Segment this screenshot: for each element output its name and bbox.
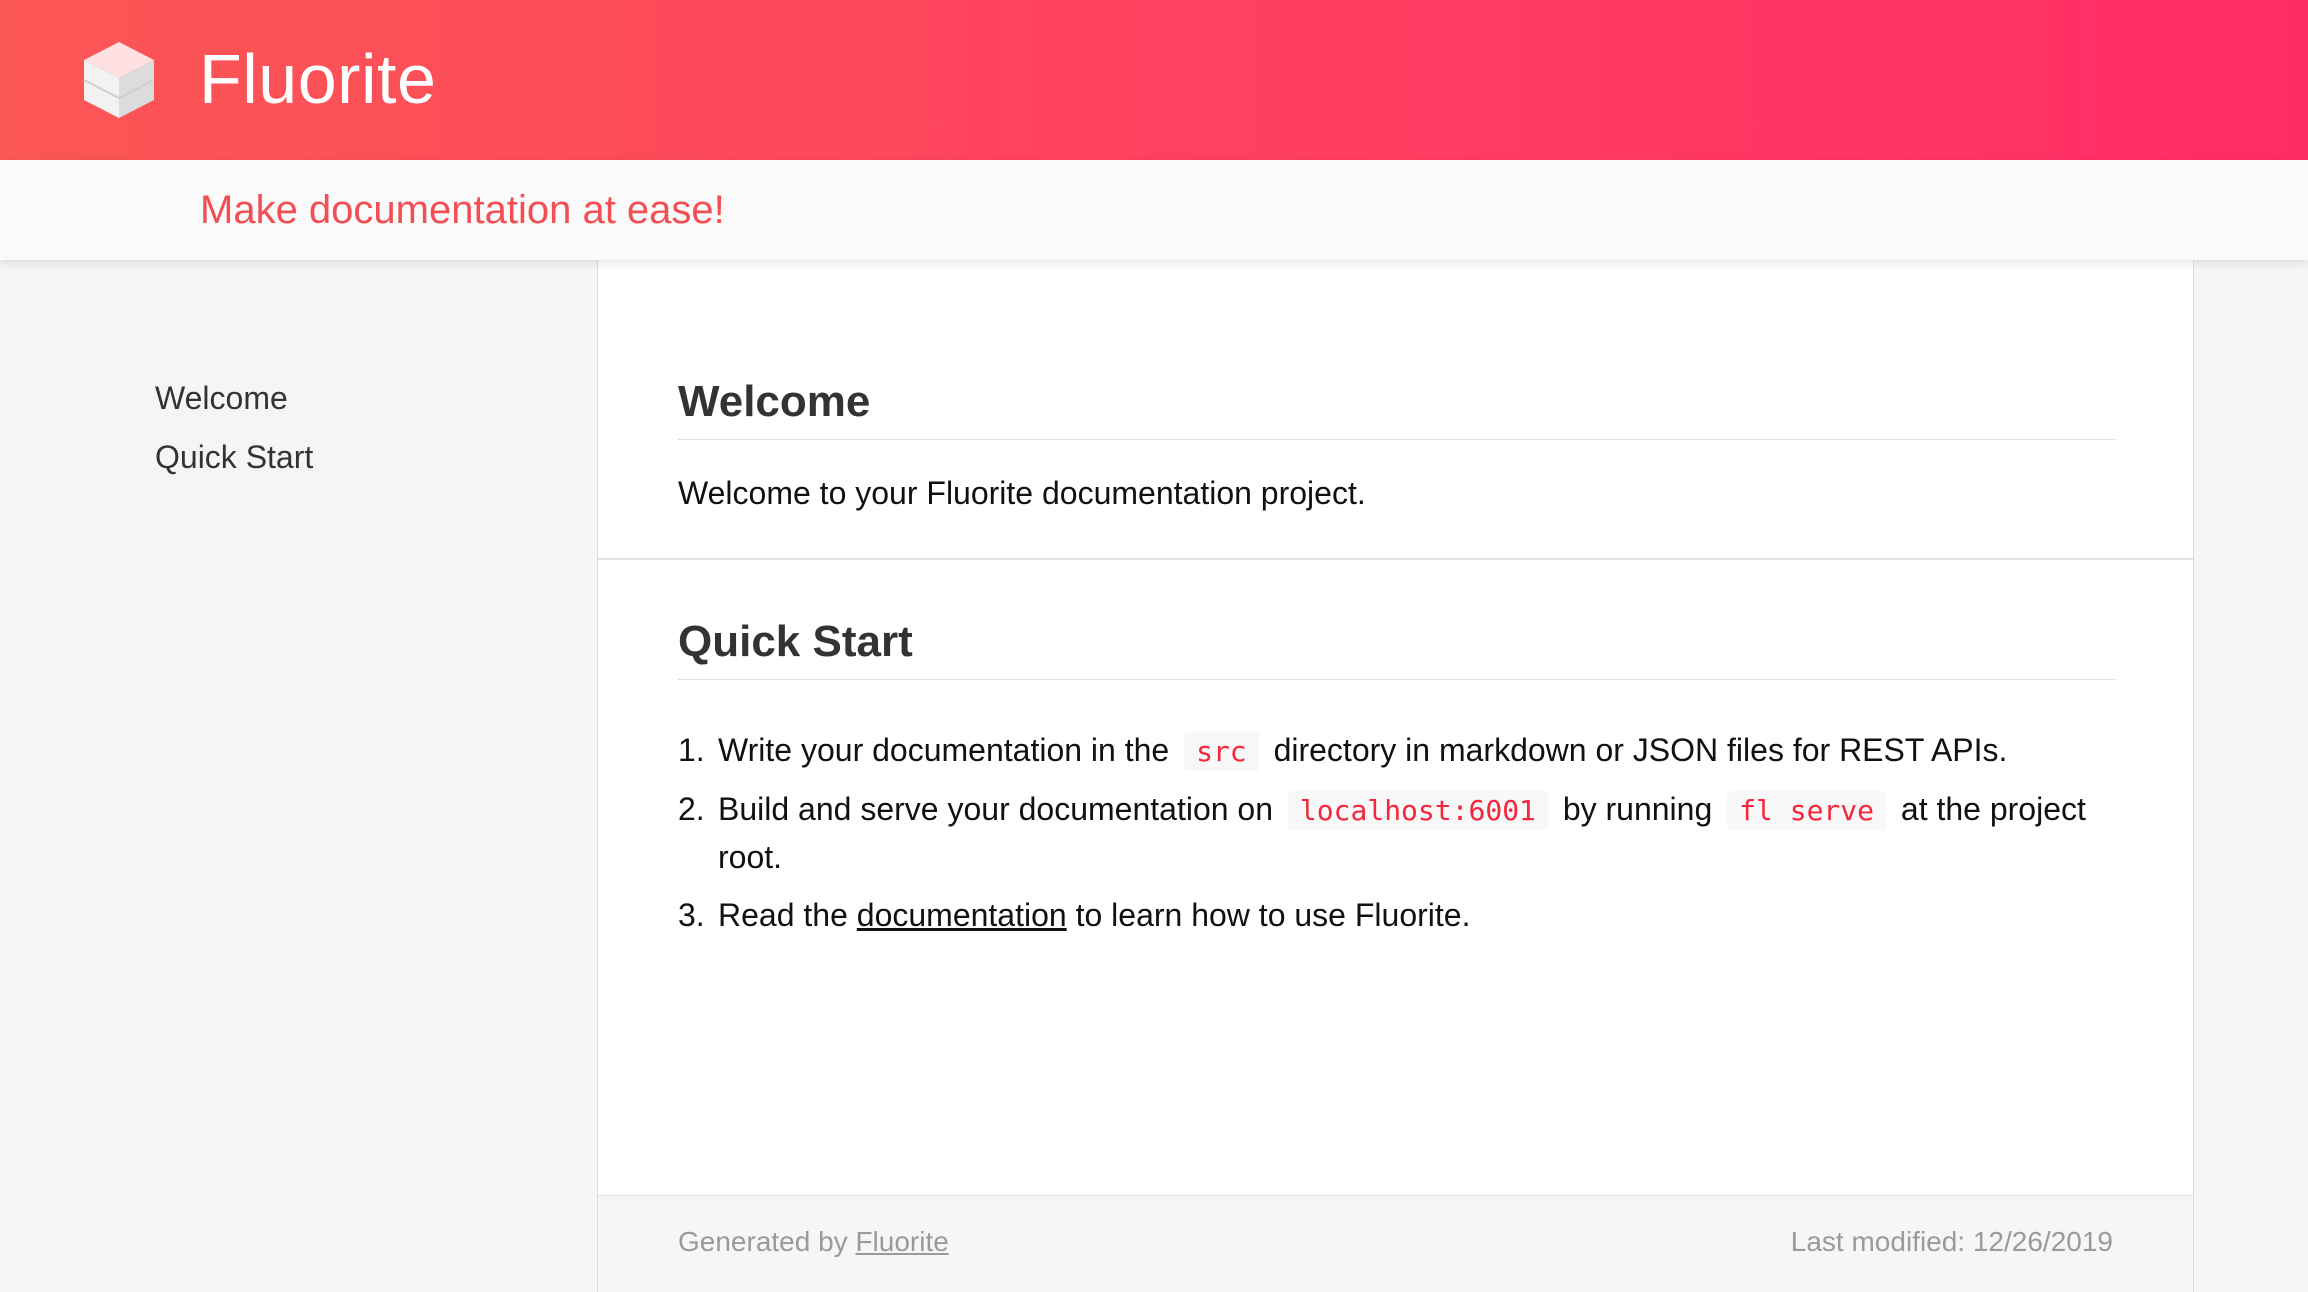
sidebar: Welcome Quick Start — [0, 260, 597, 1292]
localhost-code: localhost:6001 — [1287, 791, 1548, 830]
step-number: 2. — [678, 791, 705, 827]
list-item: 3. Read the documentation to learn how t… — [678, 892, 2115, 939]
step-text: Read the — [718, 897, 848, 933]
main-content: Welcome Welcome to your Fluorite documen… — [597, 260, 2194, 1292]
fluorite-link[interactable]: Fluorite — [855, 1226, 948, 1257]
last-modified: Last modified: 12/26/2019 — [1790, 1226, 2113, 1257]
quick-start-heading: Quick Start — [678, 615, 2115, 680]
cube-icon[interactable] — [76, 36, 162, 122]
step-text: Write your documentation in the — [718, 732, 1170, 768]
generated-by: Generated by Fluorite — [678, 1222, 949, 1262]
documentation-link[interactable]: documentation — [857, 897, 1067, 933]
welcome-heading: Welcome — [678, 375, 2115, 440]
step-text: by running — [1562, 791, 1713, 827]
serve-command-code: fl serve — [1727, 791, 1886, 830]
step-number: 1. — [678, 732, 705, 768]
step-number: 3. — [678, 897, 705, 933]
step-text: to learn how to use Fluorite. — [1075, 897, 1471, 933]
step-text: directory in markdown or JSON files for … — [1273, 732, 2008, 768]
list-item: 2. Build and serve your documentation on… — [678, 786, 2115, 881]
tagline: Make documentation at ease! — [200, 188, 725, 232]
page-footer: Generated by Fluorite Last modified: 12/… — [598, 1195, 2193, 1292]
generated-by-label: Generated by — [678, 1226, 848, 1257]
app-header: Fluorite — [0, 0, 2308, 160]
sidebar-item-welcome[interactable]: Welcome — [155, 378, 288, 418]
src-code: src — [1184, 732, 1259, 771]
step-text: Build and serve your documentation on — [718, 791, 1274, 827]
quick-start-steps: 1. Write your documentation in the src d… — [678, 727, 2115, 950]
tagline-bar: Make documentation at ease! — [0, 160, 2308, 260]
list-item: 1. Write your documentation in the src d… — [678, 727, 2115, 775]
sidebar-item-quick-start[interactable]: Quick Start — [155, 437, 313, 477]
app-title[interactable]: Fluorite — [199, 36, 436, 122]
section-divider — [598, 558, 2193, 560]
welcome-text: Welcome to your Fluorite documentation p… — [678, 475, 1366, 511]
